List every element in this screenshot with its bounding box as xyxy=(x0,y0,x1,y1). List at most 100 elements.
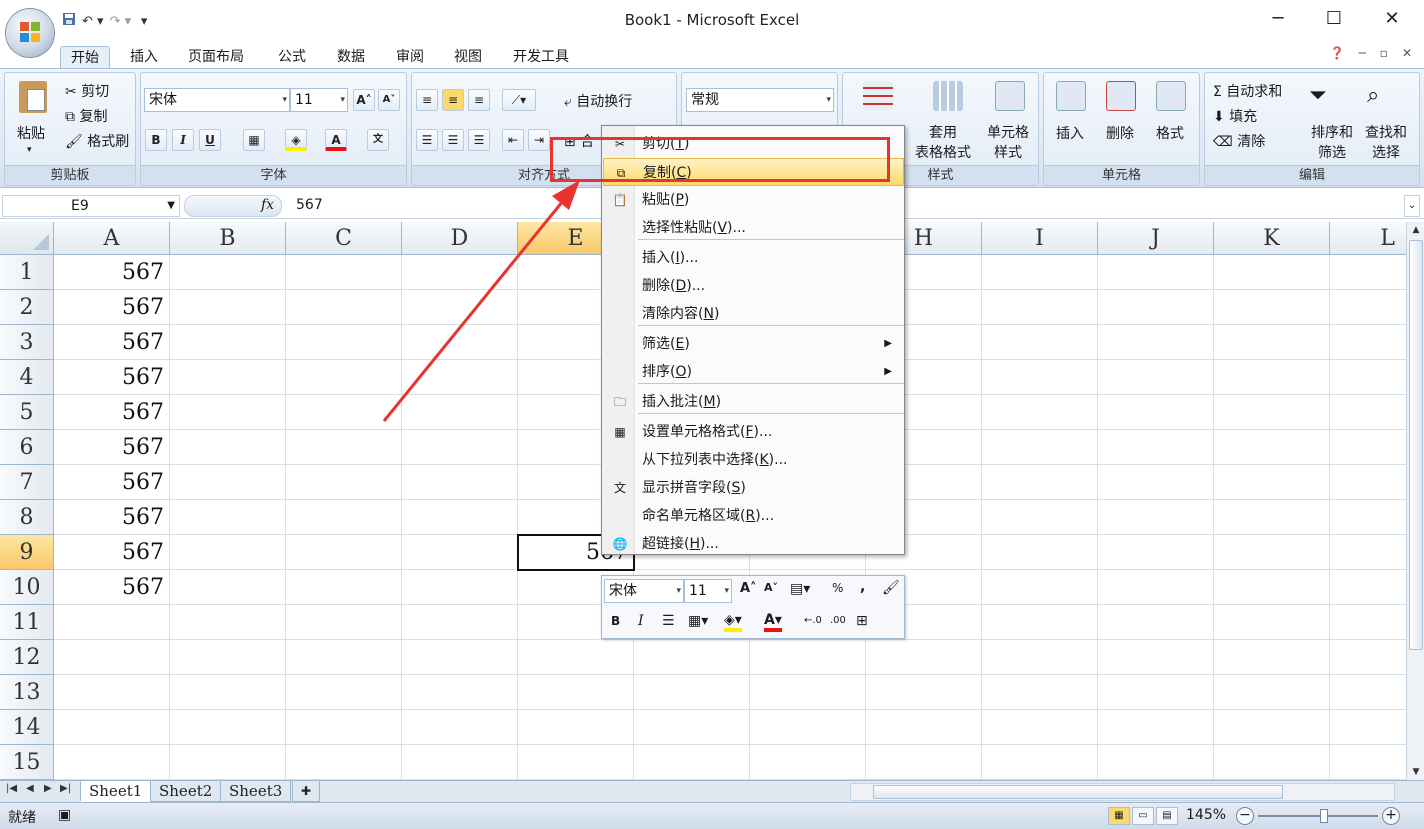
help-icon[interactable]: ❓ xyxy=(1330,46,1345,60)
mini-format-painter-icon[interactable]: 🖌 xyxy=(882,580,900,596)
zoom-out-button[interactable]: − xyxy=(1236,807,1254,825)
increase-indent-button[interactable]: ⇥ xyxy=(528,129,550,151)
cell-a5[interactable]: 567 xyxy=(54,395,170,430)
align-center-button[interactable]: ☰ xyxy=(442,129,464,151)
copy-button[interactable]: ⧉ 复制 xyxy=(65,106,107,126)
number-format-combo[interactable]: 常规 ▾ xyxy=(686,88,834,112)
cell-styles-button[interactable]: 单元格 样式 xyxy=(987,123,1029,163)
mini-increase-decimal-button[interactable]: ←.0 xyxy=(804,615,822,626)
clear-button[interactable]: ⌫ 清除 xyxy=(1213,131,1265,151)
conditional-format-icon[interactable] xyxy=(863,81,893,111)
cell-a8[interactable]: 567 xyxy=(54,500,170,535)
first-sheet-icon[interactable]: |◀ xyxy=(6,783,17,794)
zoom-slider-track[interactable] xyxy=(1258,815,1378,817)
format-cells-button[interactable]: 格式 xyxy=(1156,123,1184,143)
grow-font-button[interactable]: A˄ xyxy=(353,89,375,111)
delete-cells-button[interactable]: 删除 xyxy=(1106,123,1134,143)
maximize-button[interactable]: ☐ xyxy=(1314,8,1354,29)
menu-item-paste[interactable]: 📋 粘贴(P) xyxy=(603,186,904,214)
delete-cells-icon[interactable] xyxy=(1106,81,1136,111)
row-header-7[interactable]: 7 xyxy=(0,465,54,500)
mini-font-combo[interactable]: 宋体 ▾ xyxy=(604,579,684,603)
menu-item-filter[interactable]: 筛选(E) ▶ xyxy=(603,330,904,358)
mini-bold-button[interactable]: B xyxy=(611,614,620,628)
align-bottom-button[interactable]: ≡ xyxy=(468,89,490,111)
menu-item-insert[interactable]: 插入(I)... xyxy=(603,244,904,272)
tab-formulas[interactable]: 公式 xyxy=(268,46,316,70)
name-box[interactable]: E9 ▼ xyxy=(2,195,180,217)
borders-button[interactable]: ▦ xyxy=(243,129,265,151)
expand-formula-bar-icon[interactable]: ⌄ xyxy=(1404,195,1420,217)
mini-fill-color-button[interactable]: ◈▾ xyxy=(724,612,742,632)
paste-icon[interactable] xyxy=(19,81,47,113)
decrease-indent-button[interactable]: ⇤ xyxy=(502,129,524,151)
align-left-button[interactable]: ☰ xyxy=(416,129,438,151)
mini-percent-button[interactable]: % xyxy=(832,581,843,595)
row-header-11[interactable]: 11 xyxy=(0,605,54,640)
phonetic-button[interactable]: 文 xyxy=(367,129,389,151)
tab-home[interactable]: 开始 xyxy=(60,46,110,70)
menu-item-phonetic[interactable]: 文显示拼音字段(S) xyxy=(603,474,904,502)
row-header-8[interactable]: 8 xyxy=(0,500,54,535)
horizontal-scrollbar[interactable] xyxy=(850,783,1395,801)
tab-view[interactable]: 视图 xyxy=(444,46,492,70)
last-sheet-icon[interactable]: ▶| xyxy=(60,783,71,794)
tab-insert[interactable]: 插入 xyxy=(120,46,168,70)
sheet-tab-3[interactable]: Sheet3 xyxy=(220,781,292,802)
fill-color-button[interactable]: ◈ xyxy=(285,129,307,151)
vertical-scroll-thumb[interactable] xyxy=(1409,240,1423,650)
cell-style-icon[interactable] xyxy=(995,81,1025,111)
wrap-text-button[interactable]: ⤶ 自动换行 xyxy=(564,91,632,111)
office-button[interactable] xyxy=(6,9,54,57)
row-header-6[interactable]: 6 xyxy=(0,430,54,465)
format-cells-icon[interactable] xyxy=(1156,81,1186,111)
column-header-j[interactable]: J xyxy=(1098,222,1214,255)
column-header-d[interactable]: D xyxy=(402,222,518,255)
scroll-down-icon[interactable]: ▼ xyxy=(1407,764,1424,780)
mini-decrease-decimal-button[interactable]: .00 xyxy=(830,615,846,626)
bold-button[interactable]: B xyxy=(145,129,167,151)
cell-a3[interactable]: 567 xyxy=(54,325,170,360)
mini-comma-button[interactable]: , xyxy=(860,579,865,595)
zoom-slider-thumb[interactable] xyxy=(1320,809,1328,823)
tab-page-layout[interactable]: 页面布局 xyxy=(178,46,254,70)
fill-button[interactable]: ⬇ 填充 xyxy=(1213,106,1257,126)
mini-font-color-button[interactable]: A▾ xyxy=(764,612,782,632)
select-all-button[interactable] xyxy=(0,222,54,255)
cell-a7[interactable]: 567 xyxy=(54,465,170,500)
macro-record-icon[interactable]: ▣ xyxy=(58,807,71,823)
ribbon-minimize-icon[interactable]: ─ xyxy=(1359,46,1366,60)
row-header-9[interactable]: 9 xyxy=(0,535,54,570)
align-right-button[interactable]: ☰ xyxy=(468,129,490,151)
cell-a10[interactable]: 567 xyxy=(54,570,170,605)
insert-function-button[interactable]: fx xyxy=(261,197,274,213)
next-sheet-icon[interactable]: ▶ xyxy=(44,783,52,794)
format-painter-button[interactable]: 🖌 格式刷 xyxy=(65,131,129,151)
font-name-combo[interactable]: 宋体 ▾ xyxy=(144,88,290,112)
row-header-4[interactable]: 4 xyxy=(0,360,54,395)
cell-a4[interactable]: 567 xyxy=(54,360,170,395)
menu-item-format-cells[interactable]: ▦ 设置单元格格式(F)... xyxy=(603,418,904,446)
row-header-12[interactable]: 12 xyxy=(0,640,54,675)
paste-button[interactable]: 粘贴 xyxy=(17,123,45,143)
column-header-a[interactable]: A xyxy=(54,222,170,255)
menu-item-sort[interactable]: 排序(O) ▶ xyxy=(603,358,904,386)
mini-merge-button[interactable]: ⊞ xyxy=(856,613,868,629)
cut-button[interactable]: ✂ 剪切 xyxy=(65,81,109,101)
row-header-10[interactable]: 10 xyxy=(0,570,54,605)
insert-sheet-icon[interactable]: ✚ xyxy=(292,781,321,802)
insert-cells-icon[interactable] xyxy=(1056,81,1086,111)
column-header-b[interactable]: B xyxy=(170,222,286,255)
find-select-button[interactable]: 查找和 选择 xyxy=(1365,123,1407,163)
row-header-2[interactable]: 2 xyxy=(0,290,54,325)
format-as-table-button[interactable]: 套用 表格格式 xyxy=(915,123,971,163)
prev-sheet-icon[interactable]: ◀ xyxy=(26,783,34,794)
mini-shrink-font-button[interactable]: A˅ xyxy=(764,581,778,594)
column-header-i[interactable]: I xyxy=(982,222,1098,255)
tab-review[interactable]: 审阅 xyxy=(386,46,434,70)
orientation-button[interactable]: ⟋▾ xyxy=(502,89,536,111)
menu-item-pick-list[interactable]: 从下拉列表中选择(K)... xyxy=(603,446,904,474)
zoom-level[interactable]: 145% xyxy=(1186,807,1226,823)
page-layout-view-button[interactable]: ▭ xyxy=(1132,807,1154,825)
mini-size-combo[interactable]: 11 ▾ xyxy=(684,579,732,603)
